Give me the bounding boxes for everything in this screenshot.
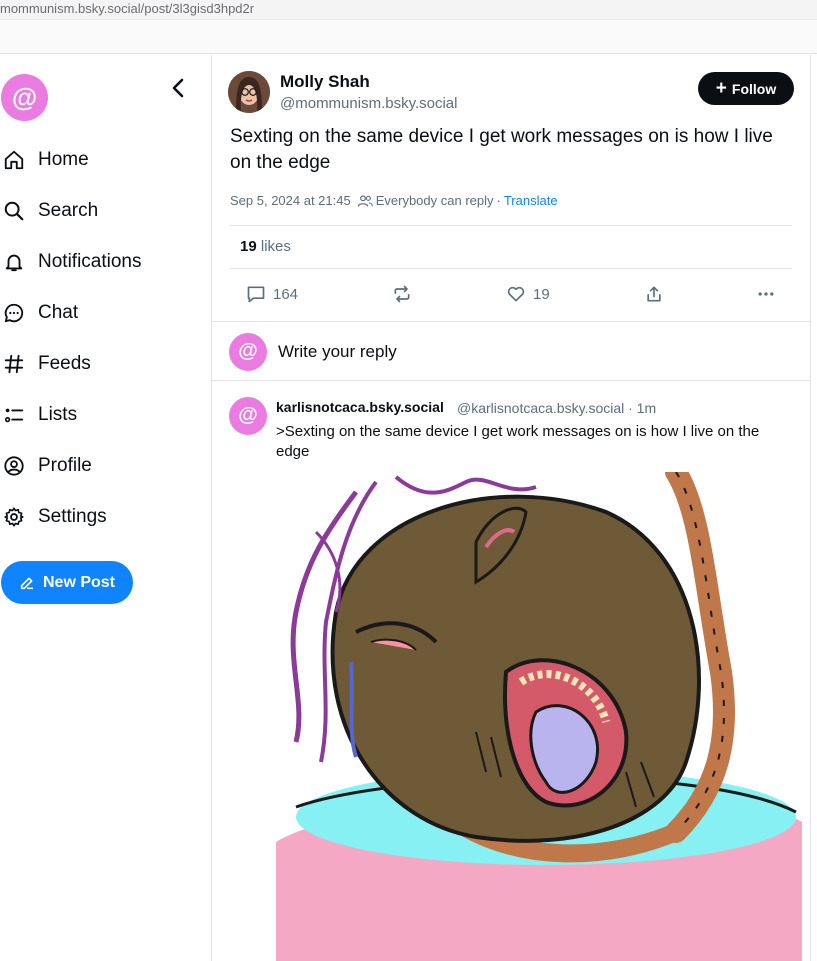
address-bar[interactable]: mommunism.bsky.social/post/3l3gisd3hpd2r <box>0 0 817 20</box>
reply-text: >Sexting on the same device I get work m… <box>276 423 760 460</box>
composer-avatar-glyph: @ <box>238 340 258 362</box>
sidebar-item-label: Lists <box>38 404 78 425</box>
divider <box>212 380 810 381</box>
heart-icon <box>507 286 525 302</box>
plus-icon: + <box>715 78 727 99</box>
gear-icon <box>0 503 28 531</box>
reply-author-name[interactable]: karlisnotcaca.bsky.social <box>276 399 444 415</box>
bell-icon <box>0 248 28 276</box>
divider <box>230 268 792 269</box>
logo-glyph: @ <box>11 82 38 112</box>
author-handle[interactable]: @mommunism.bsky.social <box>280 95 457 112</box>
likes-label: likes <box>260 238 291 255</box>
reply-avatar-glyph: @ <box>238 404 258 426</box>
repost-icon <box>394 285 410 303</box>
new-post-label: New Post <box>42 573 115 591</box>
sidebar-item-label: Profile <box>38 455 92 476</box>
reply-avatar[interactable]: @ <box>229 397 267 435</box>
compose-icon <box>20 577 34 589</box>
author-avatar[interactable] <box>228 71 270 113</box>
sidebar-item-profile[interactable]: Profile <box>0 448 200 484</box>
post-meta: Sep 5, 2024 at 21:45 Everybody can reply… <box>230 193 558 208</box>
ellipsis-icon <box>758 292 774 296</box>
reply-button[interactable]: 164 <box>246 284 298 304</box>
browser-toolbar-strip <box>0 21 817 54</box>
post-text: Sexting on the same device I get work me… <box>230 126 773 173</box>
reply-count: 164 <box>273 285 299 303</box>
list-icon <box>0 401 28 429</box>
like-button[interactable]: 19 <box>506 284 550 304</box>
likes-count: 19 <box>240 238 257 255</box>
like-count: 19 <box>533 285 550 303</box>
meta-separator: · <box>496 193 501 208</box>
sidebar-item-label: Chat <box>38 302 79 323</box>
url-text: mommunism.bsky.social/post/3l3gisd3hpd2r <box>0 1 255 16</box>
profile-icon <box>0 452 28 480</box>
reply-image[interactable] <box>276 472 802 961</box>
sidebar-item-label: Settings <box>38 506 107 527</box>
new-post-button[interactable]: New Post <box>1 561 133 604</box>
reply-time: · 1m <box>628 400 657 416</box>
sidebar-item-settings[interactable]: Settings <box>0 499 200 535</box>
author-name[interactable]: Molly Shah <box>280 72 370 92</box>
divider <box>230 225 792 226</box>
sidebar-item-label: Notifications <box>38 251 142 272</box>
sidebar-item-label: Home <box>38 149 89 170</box>
reply-author-handle[interactable]: @karlisnotcaca.bsky.social · 1m <box>457 400 656 416</box>
search-icon <box>0 197 28 225</box>
share-button[interactable] <box>644 284 671 304</box>
reply-bubble-icon <box>247 286 265 303</box>
back-chevron-icon[interactable] <box>168 76 188 100</box>
follow-label: Follow <box>731 80 777 97</box>
composer-avatar: @ <box>229 333 267 371</box>
reply-placeholder[interactable]: Write your reply <box>278 342 397 362</box>
translate-link[interactable]: Translate <box>504 193 558 208</box>
sidebar-item-label: Search <box>38 200 99 221</box>
post-date: Sep 5, 2024 at 21:45 <box>230 193 351 208</box>
sidebar-item-label: Feeds <box>38 353 91 374</box>
repost-button[interactable] <box>392 284 419 304</box>
sidebar-item-chat[interactable]: Chat <box>0 295 200 331</box>
reply-handle-text: @karlisnotcaca.bsky.social <box>457 400 625 416</box>
bluesky-logo[interactable]: @ <box>1 74 48 121</box>
share-icon <box>647 286 661 302</box>
hash-icon <box>0 350 28 378</box>
sidebar-item-home[interactable]: Home <box>0 142 200 178</box>
home-icon <box>0 146 28 174</box>
reply-setting[interactable]: Everybody can reply <box>376 193 494 208</box>
chat-icon <box>0 299 28 327</box>
sidebar-item-feeds[interactable]: Feeds <box>0 346 200 382</box>
follow-button[interactable]: + Follow <box>698 72 794 105</box>
likes-line[interactable]: 19 likes <box>240 238 291 255</box>
sidebar-item-lists[interactable]: Lists <box>0 397 200 433</box>
more-options-button[interactable] <box>756 284 783 304</box>
people-icon <box>357 194 373 207</box>
sidebar-item-search[interactable]: Search <box>0 193 200 229</box>
sidebar-item-notifications[interactable]: Notifications <box>0 244 200 280</box>
